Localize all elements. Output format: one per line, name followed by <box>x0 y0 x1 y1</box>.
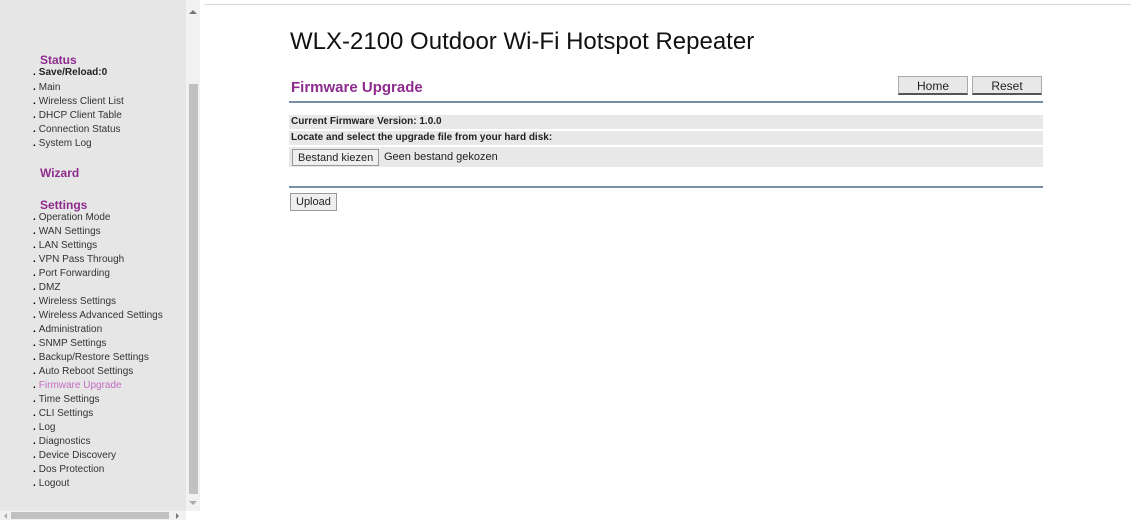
sidebar-item-save-reload[interactable]: . Save/Reload:0 <box>33 67 107 79</box>
sidebar-item-dhcp-client-table[interactable]: . DHCP Client Table <box>33 110 122 122</box>
sidebar-item-wan-settings[interactable]: . WAN Settings <box>33 226 101 238</box>
sidebar-horizontal-scrollbar[interactable] <box>0 511 186 520</box>
sidebar-heading-wizard[interactable]: Wizard <box>40 166 79 180</box>
home-button[interactable]: Home <box>898 76 968 95</box>
locate-file-row: Locate and select the upgrade file from … <box>289 131 1043 145</box>
sidebar-item-wireless-advanced-settings[interactable]: . Wireless Advanced Settings <box>33 310 163 322</box>
sidebar-item-wireless-client-list[interactable]: . Wireless Client List <box>33 96 124 108</box>
horizontal-scroll-thumb[interactable] <box>11 512 169 519</box>
form-divider <box>289 186 1043 188</box>
current-firmware-version: Current Firmware Version: 1.0.0 <box>291 116 442 127</box>
sidebar-item-log[interactable]: . Log <box>33 422 55 434</box>
sidebar-item-system-log[interactable]: . System Log <box>33 138 92 150</box>
scroll-right-arrow-icon[interactable] <box>176 513 179 519</box>
left-navigation-frame: Status . Save/Reload:0 . Main . Wireless Cl… <box>0 0 200 520</box>
sidebar-item-firmware-upgrade[interactable]: . Firmware Upgrade <box>33 380 122 392</box>
firmware-version-row: Current Firmware Version: 1.0.0 <box>289 115 1043 129</box>
file-status-text: Geen bestand gekozen <box>384 151 498 163</box>
top-divider <box>204 4 1131 5</box>
product-title: WLX-2100 Outdoor Wi-Fi Hotspot Repeater <box>290 28 755 55</box>
sidebar-item-connection-status[interactable]: . Connection Status <box>33 124 121 136</box>
sidebar-item-logout[interactable]: . Logout <box>33 478 69 490</box>
scroll-left-arrow-icon[interactable] <box>4 513 7 519</box>
sidebar-item-port-forwarding[interactable]: . Port Forwarding <box>33 268 110 280</box>
sidebar-heading-settings: Settings <box>40 198 88 212</box>
sidebar-vertical-scrollbar[interactable] <box>186 0 200 511</box>
sidebar-heading-status: Status <box>40 53 77 67</box>
choose-file-button[interactable]: Bestand kiezen <box>292 149 380 166</box>
sidebar-item-auto-reboot-settings[interactable]: . Auto Reboot Settings <box>33 366 133 378</box>
reset-button[interactable]: Reset <box>972 76 1042 95</box>
sidebar-item-lan-settings[interactable]: . LAN Settings <box>33 240 97 252</box>
locate-file-label: Locate and select the upgrade file from … <box>291 132 553 143</box>
sidebar-item-snmp-settings[interactable]: . SNMP Settings <box>33 338 106 350</box>
scroll-up-arrow-icon[interactable] <box>189 10 197 14</box>
sidebar-item-cli-settings[interactable]: . CLI Settings <box>33 408 93 420</box>
vertical-scroll-thumb[interactable] <box>189 84 198 494</box>
sidebar-item-diagnostics[interactable]: . Diagnostics <box>33 436 90 448</box>
sidebar-item-backup-restore-settings[interactable]: . Backup/Restore Settings <box>33 352 149 364</box>
sidebar-item-dmz[interactable]: . DMZ <box>33 282 60 294</box>
scroll-down-arrow-icon[interactable] <box>189 501 197 505</box>
page-title: Firmware Upgrade <box>291 79 423 96</box>
sidebar-item-vpn-pass-through[interactable]: . VPN Pass Through <box>33 254 124 266</box>
sidebar: Status . Save/Reload:0 . Main . Wireless Cl… <box>0 0 186 511</box>
sidebar-item-wireless-settings[interactable]: . Wireless Settings <box>33 296 116 308</box>
heading-divider <box>289 101 1043 103</box>
upload-button[interactable]: Upload <box>290 193 337 211</box>
sidebar-item-operation-mode[interactable]: . Operation Mode <box>33 212 111 224</box>
sidebar-item-administration[interactable]: . Administration <box>33 324 102 336</box>
sidebar-item-main[interactable]: . Main <box>33 82 60 94</box>
sidebar-item-time-settings[interactable]: . Time Settings <box>33 394 100 406</box>
sidebar-item-dos-protection[interactable]: . Dos Protection <box>33 464 104 476</box>
sidebar-item-device-discovery[interactable]: . Device Discovery <box>33 450 116 462</box>
